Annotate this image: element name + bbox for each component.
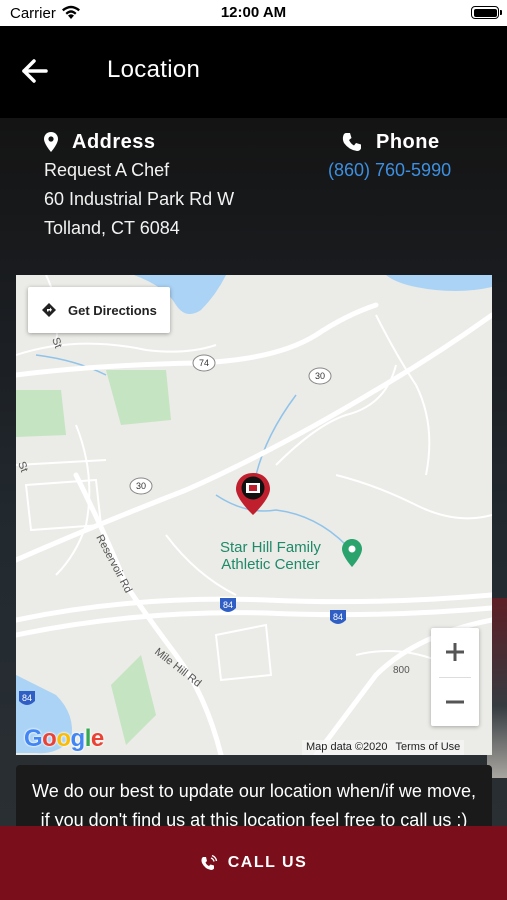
street-label: St (49, 336, 64, 350)
map-tiles: 74 30 30 84 84 84 Reservoir Rd Mile Hill… (16, 275, 492, 755)
get-directions-label: Get Directions (68, 302, 157, 318)
location-pin-icon (236, 473, 270, 515)
phone-label: Phone (376, 130, 440, 153)
battery-icon (471, 6, 502, 19)
page-title: Location (107, 56, 201, 83)
interstate-84-label: 84 (223, 600, 233, 610)
address-label: Address (72, 130, 156, 153)
address-section: Address Request A Chef 60 Industrial Par… (44, 128, 234, 243)
poi-pin-icon (342, 539, 362, 567)
address-line: Request A Chef (44, 160, 170, 180)
get-directions-button[interactable]: Get Directions (28, 287, 170, 333)
elevation-label: 800 (393, 665, 410, 676)
phone-section: Phone (860) 760-5990 (328, 128, 451, 185)
phone-volume-icon (201, 854, 217, 870)
terms-of-use-link[interactable]: Terms of Use (392, 740, 465, 755)
plus-icon (446, 643, 464, 661)
location-content: Address Request A Chef 60 Industrial Par… (0, 118, 507, 826)
phone-icon (342, 133, 361, 151)
map-view[interactable]: 74 30 30 84 84 84 Reservoir Rd Mile Hill… (16, 275, 492, 755)
address-line: 60 Industrial Park Rd W (44, 189, 235, 209)
back-button[interactable] (20, 56, 50, 86)
call-us-button[interactable]: CALL US (0, 826, 507, 900)
zoom-out-button[interactable] (431, 678, 479, 726)
phone-number-link[interactable]: (860) 760-5990 (328, 156, 451, 185)
zoom-in-button[interactable] (431, 628, 479, 676)
map-attribution: Map data ©2020 Terms of Use (302, 740, 465, 755)
directions-icon (42, 303, 56, 317)
interstate-84-label: 84 (22, 693, 32, 703)
map-data-label: Map data ©2020 (306, 741, 388, 753)
google-logo: Google (24, 725, 104, 752)
route-30-label: 30 (315, 371, 325, 381)
mile-hill-rd-label: Mile Hill Rd (152, 646, 203, 690)
reservoir-rd-label: Reservoir Rd (93, 533, 134, 595)
call-us-label: CALL US (227, 854, 308, 871)
address-line: Tolland, CT 6084 (44, 218, 180, 238)
street-label: St (16, 460, 30, 474)
map-marker-icon (44, 132, 58, 152)
route-74-label: 74 (199, 358, 209, 368)
location-notice: We do our best to update our location wh… (16, 765, 492, 826)
status-bar: Carrier 12:00 AM (0, 0, 507, 26)
status-time: 12:00 AM (220, 4, 287, 21)
route-30-label: 30 (136, 481, 146, 491)
interstate-84-label: 84 (333, 612, 343, 622)
navigation-bar: Location (0, 26, 507, 118)
poi-label: Star Hill Family Athletic Center (220, 539, 321, 573)
minus-icon (446, 700, 464, 704)
arrow-left-icon (22, 59, 48, 83)
zoom-control (431, 628, 479, 726)
